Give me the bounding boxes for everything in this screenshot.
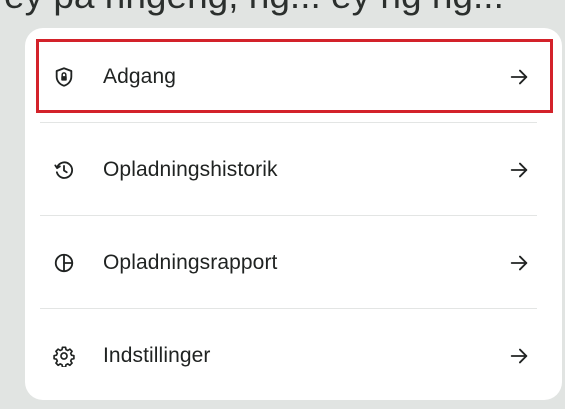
pie-chart-icon — [54, 253, 74, 272]
menu-item-adgang[interactable]: Adgang — [25, 30, 562, 123]
history-icon — [54, 160, 74, 179]
menu-item-opladningsrapport[interactable]: Opladningsrapport — [25, 216, 562, 309]
menu-item-opladningshistorik[interactable]: Opladningshistorik — [25, 123, 562, 216]
menu-item-label: Opladningsrapport — [103, 250, 278, 274]
menu-item-label: Adgang — [103, 64, 177, 88]
menu-item-label: Indstillinger — [103, 343, 211, 367]
cropped-header-text: ey på ringeng, ng... ey ng ng... — [0, 0, 565, 21]
menu-card: Adgang Opladningshistorik Opladningsrapp… — [25, 28, 562, 400]
arrow-right-icon — [510, 348, 528, 363]
arrow-right-icon — [510, 69, 528, 84]
menu-item-label: Opladningshistorik — [103, 157, 278, 181]
arrow-right-icon — [510, 162, 528, 177]
shield-lock-icon — [55, 66, 73, 87]
gear-icon — [53, 345, 75, 367]
menu-item-indstillinger[interactable]: Indstillinger — [25, 309, 562, 400]
arrow-right-icon — [510, 255, 528, 270]
